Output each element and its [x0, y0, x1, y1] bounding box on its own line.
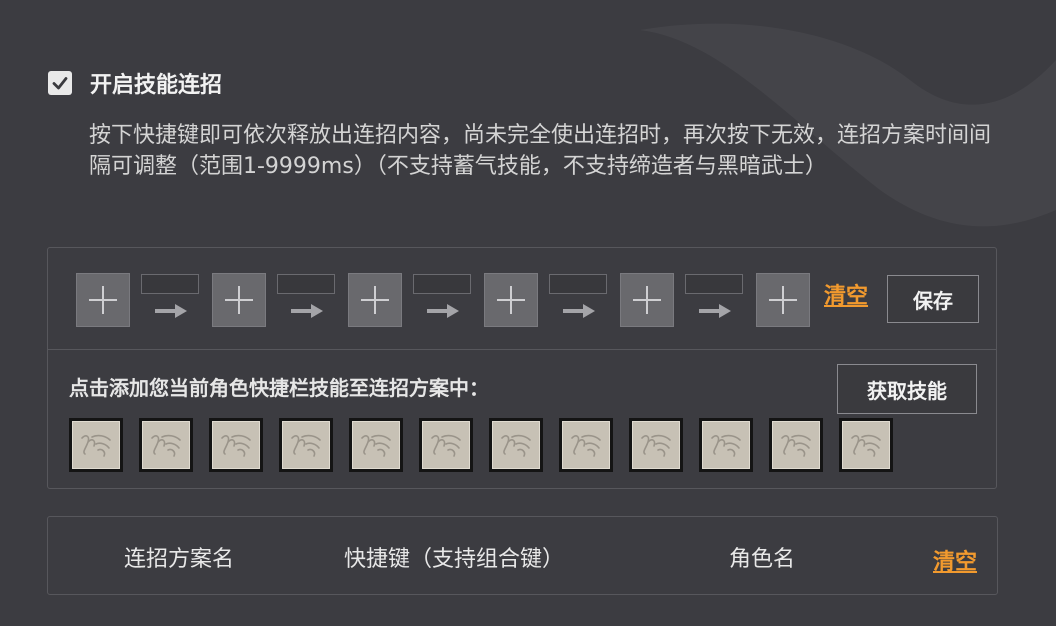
skill-slot[interactable]: [559, 418, 613, 472]
interval-input[interactable]: [413, 274, 471, 294]
fetch-skills-button[interactable]: 获取技能: [837, 364, 977, 414]
skill-slot[interactable]: [769, 418, 823, 472]
skill-slot[interactable]: [489, 418, 543, 472]
interval-input[interactable]: [549, 274, 607, 294]
combo-slot[interactable]: [620, 273, 674, 327]
clear-list-link[interactable]: 清空: [933, 544, 977, 576]
plus-icon: [225, 286, 253, 314]
combo-slot[interactable]: [756, 273, 810, 327]
skill-slot[interactable]: [699, 418, 753, 472]
skill-placeholder-icon: [571, 434, 601, 457]
enable-combo-row: 开启技能连招: [48, 68, 222, 98]
skill-placeholder-icon: [151, 434, 181, 457]
check-icon: [52, 77, 68, 90]
plus-icon: [89, 286, 117, 314]
skill-slot[interactable]: [419, 418, 473, 472]
skill-placeholder-icon: [641, 434, 671, 457]
combo-slot[interactable]: [348, 273, 402, 327]
interval-input[interactable]: [277, 274, 335, 294]
combo-table-header: 连招方案名 快捷键（支持组合键） 角色名 清空: [47, 516, 998, 595]
column-header-combo-name: 连招方案名: [124, 547, 235, 572]
skill-placeholder-icon: [361, 434, 391, 457]
skill-slot[interactable]: [629, 418, 683, 472]
panel-divider: [48, 349, 996, 350]
skill-placeholder-icon: [711, 434, 741, 457]
skill-slot[interactable]: [69, 418, 123, 472]
skill-slot[interactable]: [209, 418, 263, 472]
save-button[interactable]: 保存: [887, 275, 979, 323]
arrow-right-icon: [425, 302, 461, 320]
plus-icon: [633, 286, 661, 314]
arrow-right-icon: [289, 302, 325, 320]
clear-combo-link[interactable]: 清空: [824, 278, 868, 310]
skills-hint: 点击添加您当前角色快捷栏技能至连招方案中：: [69, 376, 489, 400]
skill-list: [69, 418, 893, 472]
arrow-right-icon: [697, 302, 733, 320]
combo-description: 按下快捷键即可依次释放出连招内容，尚未完全使出连招时，再次按下无效，连招方案时间…: [89, 123, 992, 179]
plus-icon: [769, 286, 797, 314]
column-header-role: 角色名: [729, 547, 796, 572]
skill-slot[interactable]: [139, 418, 193, 472]
skill-placeholder-icon: [81, 434, 111, 457]
arrow-right-icon: [561, 302, 597, 320]
combo-slot[interactable]: [212, 273, 266, 327]
enable-combo-checkbox[interactable]: [48, 71, 72, 95]
skill-slot[interactable]: [839, 418, 893, 472]
plus-icon: [497, 286, 525, 314]
skill-placeholder-icon: [851, 434, 881, 457]
skill-slot[interactable]: [349, 418, 403, 472]
skill-placeholder-icon: [781, 434, 811, 457]
combo-editor-panel: 清空 保存 点击添加您当前角色快捷栏技能至连招方案中： 获取技能: [47, 247, 997, 489]
arrow-right-icon: [153, 302, 189, 320]
combo-slot[interactable]: [76, 273, 130, 327]
skill-placeholder-icon: [431, 434, 461, 457]
enable-combo-label: 开启技能连招: [90, 73, 223, 98]
interval-input[interactable]: [141, 274, 199, 294]
interval-input[interactable]: [685, 274, 743, 294]
skill-placeholder-icon: [501, 434, 531, 457]
skill-placeholder-icon: [291, 434, 321, 457]
skill-placeholder-icon: [221, 434, 251, 457]
plus-icon: [361, 286, 389, 314]
combo-slot[interactable]: [484, 273, 538, 327]
column-header-hotkey: 快捷键（支持组合键）: [344, 547, 565, 572]
skill-slot[interactable]: [279, 418, 333, 472]
